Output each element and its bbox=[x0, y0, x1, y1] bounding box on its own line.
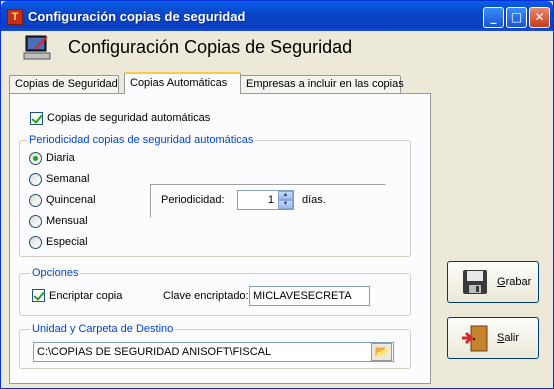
minimize-button[interactable]: _ bbox=[483, 7, 504, 28]
radio-diaria-label[interactable]: Diaria bbox=[46, 152, 75, 164]
tab-empresas[interactable]: Empresas a incluir en las copias bbox=[240, 75, 404, 94]
app-window: T Configuración copias de seguridad _ □ … bbox=[0, 0, 554, 389]
tab-copias-de-seguridad[interactable]: Copias de Seguridad bbox=[9, 75, 119, 94]
spin-down-icon[interactable]: ▼ bbox=[278, 200, 293, 209]
exit-button[interactable]: Salir bbox=[447, 317, 539, 359]
periodicity-spinner[interactable]: ▲ ▼ bbox=[278, 191, 293, 209]
close-button[interactable]: ✕ bbox=[529, 7, 550, 28]
radio-quincenal[interactable] bbox=[29, 194, 42, 207]
radio-especial-label[interactable]: Especial bbox=[46, 236, 88, 248]
radio-quincenal-label[interactable]: Quincenal bbox=[46, 194, 96, 206]
app-logo-icon[interactable]: T bbox=[7, 9, 23, 25]
encrypt-checkbox[interactable] bbox=[32, 289, 45, 302]
periodicity-unit: días. bbox=[302, 194, 326, 206]
radio-mensual-label[interactable]: Mensual bbox=[46, 215, 88, 227]
folder-open-icon[interactable]: 📂 bbox=[371, 343, 392, 361]
tab-copias-automaticas[interactable]: Copias Automáticas bbox=[124, 72, 241, 94]
auto-backup-label[interactable]: Copias de seguridad automáticas bbox=[47, 112, 210, 124]
options-group-title: Opciones bbox=[30, 267, 81, 279]
spin-up-icon[interactable]: ▲ bbox=[278, 191, 293, 200]
key-input[interactable]: MICLAVESECRETA bbox=[249, 286, 370, 306]
page-title: Configuración Copias de Seguridad bbox=[68, 37, 353, 57]
radio-especial[interactable] bbox=[29, 236, 42, 249]
destination-group-title: Unidad y Carpeta de Destino bbox=[30, 323, 176, 335]
auto-backup-checkbox[interactable] bbox=[30, 112, 43, 125]
periodicity-group-title: Periodicidad copias de seguridad automát… bbox=[27, 134, 256, 146]
destination-path-input[interactable]: C:\COPIAS DE SEGURIDAD ANISOFT\FISCAL bbox=[33, 342, 394, 362]
periodicity-label: Periodicidad: bbox=[161, 194, 225, 206]
computer-icon bbox=[23, 35, 51, 60]
floppy-disk-icon bbox=[463, 270, 487, 294]
radio-diaria[interactable] bbox=[29, 152, 42, 165]
maximize-button[interactable]: □ bbox=[506, 7, 527, 28]
exit-button-label: Salir bbox=[497, 332, 520, 344]
save-button-label: Grabar bbox=[497, 276, 532, 288]
encrypt-label[interactable]: Encriptar copia bbox=[49, 290, 122, 302]
radio-semanal[interactable] bbox=[29, 173, 42, 186]
save-button[interactable]: Grabar bbox=[447, 261, 539, 303]
key-label: Clave encriptado: bbox=[163, 290, 249, 302]
title-bar[interactable]: T Configuración copias de seguridad _ □ … bbox=[1, 1, 553, 31]
header: Configuración Copias de Seguridad bbox=[1, 31, 553, 65]
window-title: Configuración copias de seguridad bbox=[28, 9, 246, 24]
radio-mensual[interactable] bbox=[29, 215, 42, 228]
exit-door-icon bbox=[462, 325, 488, 352]
radio-semanal-label[interactable]: Semanal bbox=[46, 173, 89, 185]
